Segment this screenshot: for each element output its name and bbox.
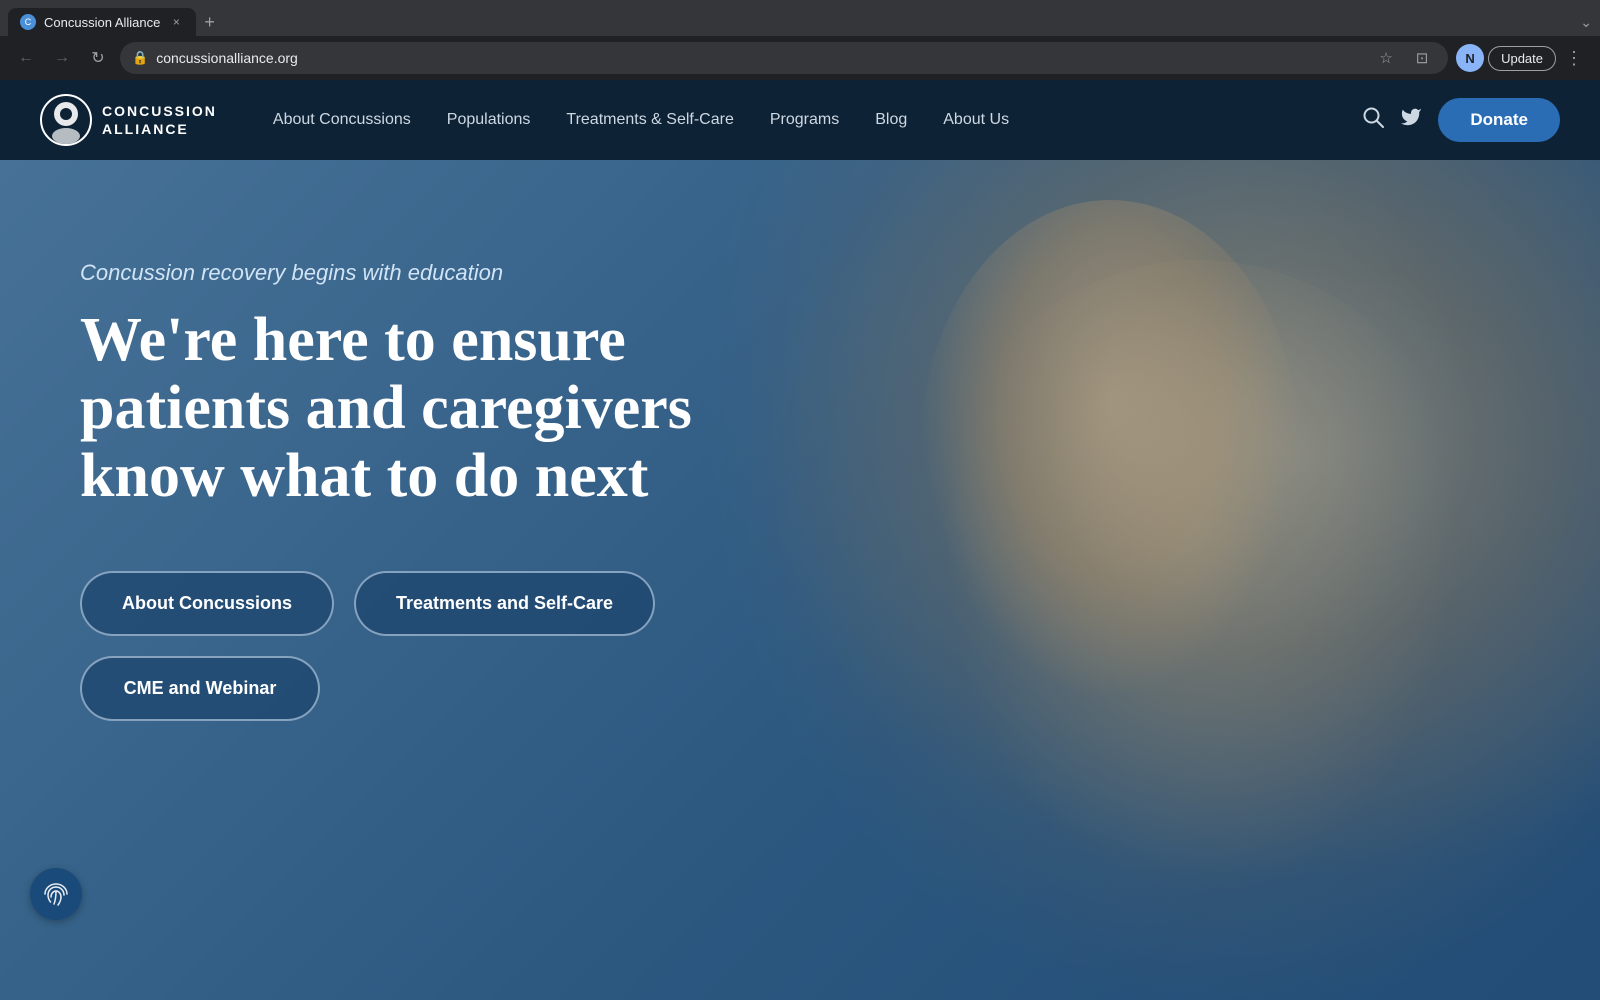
hero-subtitle: Concussion recovery begins with educatio… bbox=[80, 260, 780, 286]
update-button[interactable]: Update bbox=[1488, 46, 1556, 71]
nav-about-concussions[interactable]: About Concussions bbox=[257, 103, 427, 137]
new-tab-button[interactable]: + bbox=[196, 8, 223, 36]
nav-populations[interactable]: Populations bbox=[431, 103, 547, 137]
url-text: concussionalliance.org bbox=[156, 50, 1364, 66]
hero-btn-cme[interactable]: CME and Webinar bbox=[80, 656, 320, 721]
tab-favicon: C bbox=[20, 14, 36, 30]
logo-text: CONCUSSION ALLIANCE bbox=[102, 102, 217, 138]
menu-button[interactable]: ⋮ bbox=[1560, 44, 1588, 72]
active-tab[interactable]: C Concussion Alliance × bbox=[8, 8, 196, 36]
logo[interactable]: CONCUSSION ALLIANCE bbox=[40, 94, 217, 146]
nav-treatments[interactable]: Treatments & Self-Care bbox=[550, 103, 749, 137]
tab-expand-button[interactable]: ⌄ bbox=[1572, 8, 1600, 36]
website: CONCUSSION ALLIANCE About Concussions Po… bbox=[0, 80, 1600, 1000]
address-bar[interactable]: 🔒 concussionalliance.org ☆ ⊡ bbox=[120, 42, 1448, 74]
tab-bar: C Concussion Alliance × + ⌄ bbox=[0, 0, 1600, 36]
fingerprint-widget[interactable] bbox=[30, 868, 82, 920]
hero-btn-about-concussions[interactable]: About Concussions bbox=[80, 571, 334, 636]
site-nav: CONCUSSION ALLIANCE About Concussions Po… bbox=[0, 80, 1600, 160]
star-icon[interactable]: ☆ bbox=[1372, 44, 1400, 72]
search-icon[interactable] bbox=[1362, 106, 1384, 134]
tab-title: Concussion Alliance bbox=[44, 15, 160, 30]
hero-title: We're here to ensure patients and caregi… bbox=[80, 306, 780, 511]
tab-close-button[interactable]: × bbox=[168, 14, 184, 30]
donate-button[interactable]: Donate bbox=[1438, 98, 1560, 142]
forward-button[interactable]: → bbox=[48, 44, 76, 72]
hero-btn-treatments[interactable]: Treatments and Self-Care bbox=[354, 571, 655, 636]
reload-button[interactable]: ↻ bbox=[84, 44, 112, 72]
lock-icon: 🔒 bbox=[132, 50, 148, 66]
toolbar-actions: N Update ⋮ bbox=[1456, 44, 1588, 72]
hero-section: Concussion recovery begins with educatio… bbox=[0, 160, 1600, 1000]
back-button[interactable]: ← bbox=[12, 44, 40, 72]
browser-chrome: C Concussion Alliance × + ⌄ ← → ↻ 🔒 conc… bbox=[0, 0, 1600, 80]
nav-programs[interactable]: Programs bbox=[754, 103, 855, 137]
fingerprint-icon bbox=[41, 879, 71, 909]
hero-buttons: About Concussions Treatments and Self-Ca… bbox=[80, 571, 780, 721]
nav-blog[interactable]: Blog bbox=[859, 103, 923, 137]
hero-content: Concussion recovery begins with educatio… bbox=[80, 260, 780, 721]
browser-toolbar: ← → ↻ 🔒 concussionalliance.org ☆ ⊡ N Upd… bbox=[0, 36, 1600, 80]
twitter-icon[interactable] bbox=[1400, 106, 1422, 134]
cast-icon[interactable]: ⊡ bbox=[1408, 44, 1436, 72]
nav-links: About Concussions Populations Treatments… bbox=[257, 103, 1362, 137]
logo-icon bbox=[40, 94, 92, 146]
profile-button[interactable]: N bbox=[1456, 44, 1484, 72]
nav-about-us[interactable]: About Us bbox=[927, 103, 1025, 137]
nav-actions: Donate bbox=[1362, 98, 1560, 142]
